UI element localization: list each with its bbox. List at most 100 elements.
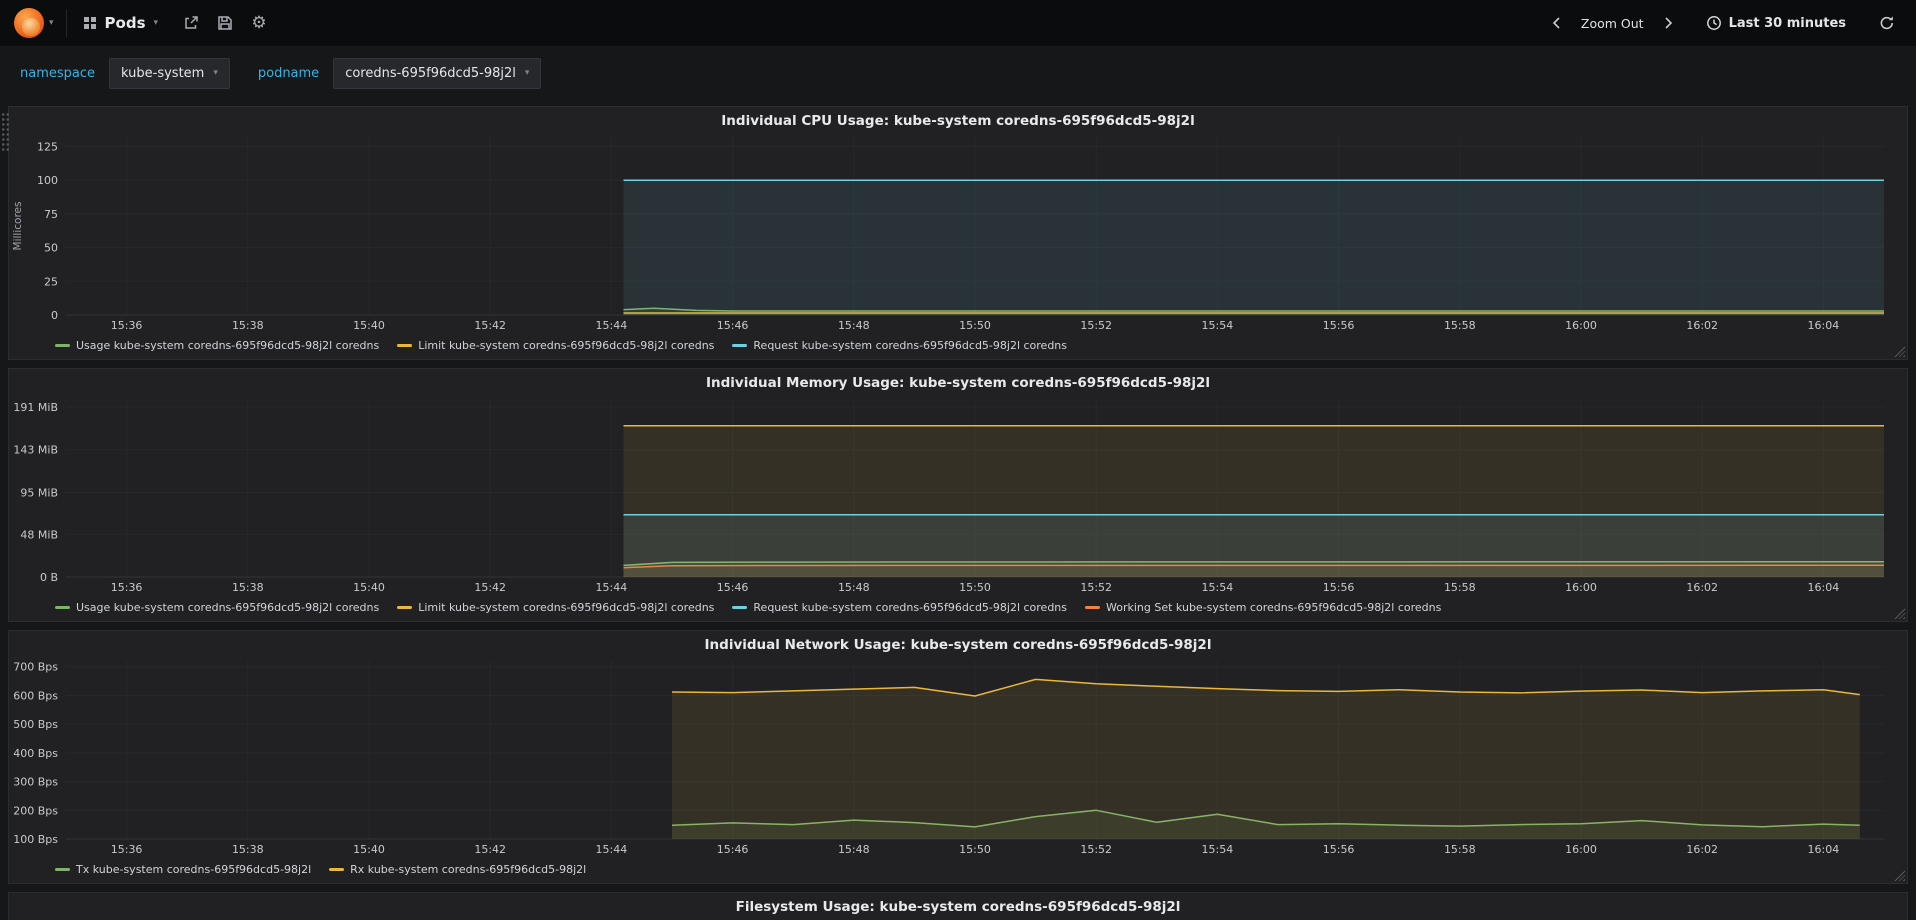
y-axis-title: Millicores: [12, 202, 24, 251]
dashboard-picker[interactable]: Pods ▾: [79, 14, 163, 32]
legend-item[interactable]: Request kube-system coredns-695f96dcd5-9…: [732, 339, 1067, 352]
legend-item[interactable]: Working Set kube-system coredns-695f96dc…: [1085, 601, 1441, 614]
panel-title[interactable]: Individual Network Usage: kube-system co…: [9, 631, 1907, 655]
series-lines: [623, 179, 1884, 315]
legend-color-dash: [55, 344, 70, 347]
svg-text:15:48: 15:48: [838, 319, 870, 332]
refresh-button[interactable]: [1872, 8, 1902, 38]
legend-label: Request kube-system coredns-695f96dcd5-9…: [753, 339, 1068, 352]
svg-text:15:36: 15:36: [111, 581, 143, 594]
svg-text:15:56: 15:56: [1323, 843, 1355, 856]
legend-item[interactable]: Usage kube-system coredns-695f96dcd5-98j…: [55, 601, 379, 614]
x-axis-labels: 15:36 15:38 15:40 15:42 15:44 15:46 15:48 15:50…: [111, 581, 1840, 594]
refresh-icon: [1880, 16, 1894, 30]
time-range-label: Last 30 minutes: [1728, 15, 1846, 31]
y-axis-labels: 100 Bps 200 Bps 300 Bps 400 Bps 500 Bps 600 B…: [13, 661, 58, 846]
legend-item[interactable]: Usage kube-system coredns-695f96dcd5-98j…: [55, 339, 379, 352]
legend-item[interactable]: Limit kube-system coredns-695f96dcd5-98j…: [397, 601, 714, 614]
svg-text:600 Bps: 600 Bps: [13, 689, 58, 702]
panel-list: Individual CPU Usage: kube-system coredn…: [0, 100, 1916, 920]
chevron-left-icon: [1552, 17, 1560, 29]
svg-text:100 Bps: 100 Bps: [13, 833, 58, 846]
legend-label: Tx kube-system coredns-695f96dcd5-98j2l: [76, 863, 312, 876]
legend-color-dash: [732, 606, 748, 609]
legend-label: Request kube-system coredns-695f96dcd5-9…: [753, 601, 1068, 614]
svg-text:15:56: 15:56: [1323, 319, 1355, 332]
panel-title[interactable]: Filesystem Usage: kube-system coredns-69…: [9, 893, 1907, 917]
svg-text:15:54: 15:54: [1202, 319, 1234, 332]
panel-1: Individual CPU Usage: kube-system coredn…: [8, 106, 1908, 360]
time-forward-button[interactable]: [1654, 8, 1684, 38]
navbar-right: Zoom Out Last 30 minutes: [1541, 8, 1902, 38]
svg-text:15:46: 15:46: [717, 843, 749, 856]
svg-text:15:44: 15:44: [596, 843, 628, 856]
legend-item[interactable]: Rx kube-system coredns-695f96dcd5-98j2l: [329, 863, 586, 876]
zoom-out-button[interactable]: Zoom Out: [1581, 16, 1644, 31]
svg-text:15:38: 15:38: [232, 581, 264, 594]
chart-canvas[interactable]: 0 B48 MiB95 MiB143 MiB191 MiB15:36 15:38 1…: [10, 393, 1906, 597]
grafana-logo[interactable]: ▾: [14, 8, 54, 38]
time-back-button[interactable]: [1541, 8, 1571, 38]
svg-text:15:50: 15:50: [959, 581, 991, 594]
svg-text:0: 0: [51, 309, 58, 322]
variable-podname: podname coredns-695f96dcd5-98j2l ▾: [252, 57, 542, 89]
legend-color-dash: [329, 868, 345, 871]
svg-text:15:58: 15:58: [1444, 319, 1476, 332]
svg-text:400 Bps: 400 Bps: [13, 747, 58, 760]
series-lines: [623, 424, 1884, 577]
svg-text:300 Bps: 300 Bps: [13, 776, 58, 789]
variable-value-namespace: kube-system: [121, 65, 205, 81]
variable-namespace: namespace kube-system ▾: [14, 57, 230, 89]
svg-text:15:46: 15:46: [717, 581, 749, 594]
dashboard-grid-icon: [83, 17, 96, 29]
svg-text:15:58: 15:58: [1444, 581, 1476, 594]
panel-title[interactable]: Individual Memory Usage: kube-system cor…: [9, 369, 1907, 393]
dashboard-title: Pods: [104, 14, 146, 32]
chevron-right-icon: [1664, 17, 1672, 29]
legend-item[interactable]: Limit kube-system coredns-695f96dcd5-98j…: [397, 339, 714, 352]
svg-text:15:52: 15:52: [1080, 581, 1112, 594]
svg-text:15:56: 15:56: [1323, 581, 1355, 594]
variable-dropdown-podname[interactable]: coredns-695f96dcd5-98j2l ▾: [333, 57, 542, 89]
svg-text:25: 25: [44, 275, 58, 288]
svg-text:15:50: 15:50: [959, 843, 991, 856]
settings-button[interactable]: ⚙: [244, 8, 274, 38]
panel-3: Individual Network Usage: kube-system co…: [8, 630, 1908, 884]
svg-text:0 B: 0 B: [40, 571, 58, 584]
svg-text:500 Bps: 500 Bps: [13, 718, 58, 731]
svg-text:50: 50: [44, 242, 58, 255]
svg-text:15:38: 15:38: [232, 319, 264, 332]
svg-text:16:04: 16:04: [1808, 581, 1840, 594]
legend-label: Usage kube-system coredns-695f96dcd5-98j…: [76, 601, 380, 614]
chart-canvas[interactable]: 025507510012515:36 15:38 15:40 15:42 15:44 15…: [10, 131, 1906, 335]
logo-caret-icon: ▾: [49, 17, 54, 28]
panel-title[interactable]: Individual CPU Usage: kube-system coredn…: [9, 107, 1907, 131]
y-axis-labels: 0 25 50 75 100 125: [37, 140, 58, 322]
time-range-picker[interactable]: Last 30 minutes: [1706, 15, 1846, 31]
legend-item[interactable]: Request kube-system coredns-695f96dcd5-9…: [732, 601, 1067, 614]
variable-dropdown-namespace[interactable]: kube-system ▾: [109, 57, 230, 89]
svg-text:15:52: 15:52: [1080, 319, 1112, 332]
series-lines: [671, 678, 1860, 839]
svg-text:15:36: 15:36: [111, 843, 143, 856]
legend-label: Rx kube-system coredns-695f96dcd5-98j2l: [350, 863, 587, 876]
svg-text:700 Bps: 700 Bps: [13, 661, 58, 674]
chart-legend: Usage kube-system coredns-695f96dcd5-98j…: [9, 597, 1907, 621]
panel-4: Filesystem Usage: kube-system coredns-69…: [8, 892, 1908, 920]
svg-text:16:00: 16:00: [1565, 843, 1597, 856]
svg-text:95 MiB: 95 MiB: [20, 486, 58, 499]
sidebar-pull-handle[interactable]: [1, 112, 10, 152]
gear-icon: ⚙: [251, 13, 267, 33]
save-button[interactable]: [210, 8, 240, 38]
svg-text:15:42: 15:42: [474, 843, 506, 856]
chart-legend: Usage kube-system coredns-695f96dcd5-98j…: [9, 335, 1907, 359]
svg-text:16:02: 16:02: [1686, 581, 1718, 594]
svg-text:191 MiB: 191 MiB: [13, 401, 58, 414]
share-icon: [185, 16, 198, 29]
legend-item[interactable]: Tx kube-system coredns-695f96dcd5-98j2l: [55, 863, 311, 876]
chart-canvas[interactable]: 100 Bps 200 Bps 300 Bps 400 Bps 500 Bps 600 B…: [10, 655, 1906, 859]
svg-text:16:04: 16:04: [1808, 319, 1840, 332]
svg-text:15:40: 15:40: [353, 581, 385, 594]
share-button[interactable]: [176, 8, 206, 38]
chevron-down-icon: ▾: [213, 67, 218, 78]
